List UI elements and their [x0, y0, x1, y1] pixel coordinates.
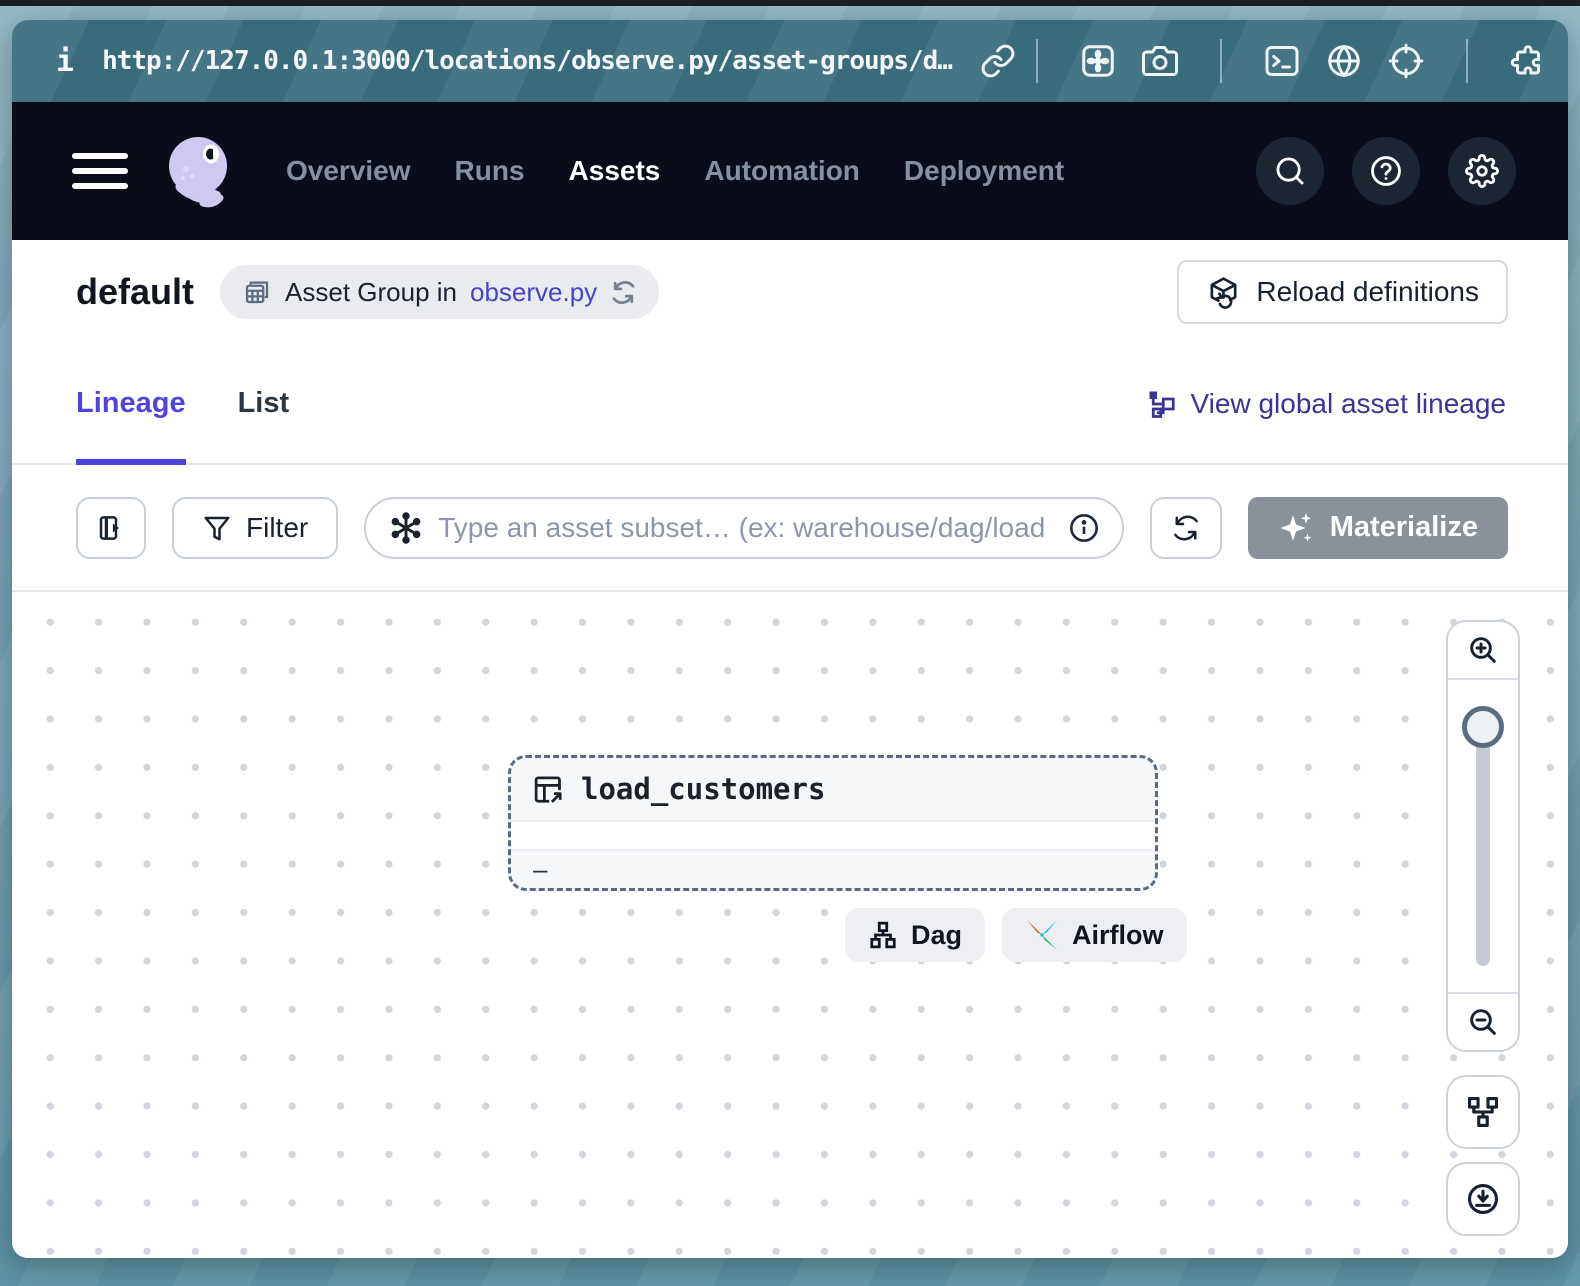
filter-button[interactable]: Filter	[172, 497, 338, 559]
browser-url-bar: i http://127.0.0.1:3000/locations/observ…	[12, 20, 1568, 102]
copy-link-icon[interactable]	[978, 41, 1018, 81]
sparkles-icon	[1278, 509, 1316, 547]
open-panel-button[interactable]	[76, 497, 146, 559]
materialize-label: Materialize	[1330, 511, 1478, 544]
asset-selection-icon	[390, 512, 422, 544]
zoom-out-button[interactable]	[1448, 992, 1518, 1050]
filter-label: Filter	[246, 512, 308, 544]
globe-icon[interactable]	[1324, 41, 1364, 81]
page-title: default	[76, 271, 194, 313]
tag-dag-label: Dag	[911, 920, 962, 951]
download-icon	[1466, 1182, 1500, 1216]
nav-links: Overview Runs Assets Automation Deployme…	[286, 155, 1064, 187]
asset-node-footer: –	[511, 851, 1155, 888]
code-location-link[interactable]: observe.py	[470, 277, 597, 308]
nav-item-overview[interactable]: Overview	[286, 155, 411, 187]
tag-dag[interactable]: Dag	[845, 908, 985, 962]
tabs-row: Lineage List View global asset lineage	[12, 344, 1568, 465]
sync-icon[interactable]	[610, 279, 637, 306]
address-bar[interactable]: http://127.0.0.1:3000/locations/observe.…	[102, 46, 952, 76]
materialize-button[interactable]: Materialize	[1248, 497, 1508, 559]
screen: i http://127.0.0.1:3000/locations/observ…	[0, 0, 1580, 1286]
help-button[interactable]	[1352, 137, 1420, 205]
zoom-slider[interactable]	[1448, 680, 1518, 992]
hamburger-menu-icon[interactable]	[72, 153, 128, 189]
nav-item-assets[interactable]: Assets	[569, 155, 661, 187]
nav-item-deployment[interactable]: Deployment	[904, 155, 1064, 187]
screenshot-camera-icon[interactable]	[1140, 41, 1180, 81]
tab-list-label: List	[238, 387, 290, 420]
nav-item-automation[interactable]: Automation	[704, 155, 860, 187]
tab-list[interactable]: List	[238, 344, 290, 463]
view-global-lineage-link[interactable]: View global asset lineage	[1147, 388, 1506, 420]
reload-cube-icon	[1206, 275, 1241, 310]
asset-node-header: load_customers	[511, 758, 1155, 820]
asset-subset-input[interactable]	[438, 512, 1051, 544]
app-nav-bar: Overview Runs Assets Automation Deployme…	[12, 102, 1568, 240]
extension-puzzle-icon[interactable]	[1508, 41, 1548, 81]
toolbar-divider	[1036, 39, 1038, 83]
nav-item-runs[interactable]: Runs	[455, 155, 525, 187]
screen-edge-strip	[0, 0, 1580, 6]
badge-prefix-text: Asset Group in	[285, 277, 457, 308]
download-graph-button[interactable]	[1446, 1162, 1520, 1236]
asset-tags: Dag Airflow	[845, 908, 1187, 962]
reload-definitions-label: Reload definitions	[1256, 276, 1479, 308]
reload-definitions-button[interactable]: Reload definitions	[1177, 260, 1508, 324]
toolbar-divider	[1466, 39, 1468, 83]
arrange-graph-button[interactable]	[1446, 1075, 1520, 1149]
picker-crosshair-icon[interactable]	[1386, 41, 1426, 81]
asset-node-load-customers[interactable]: load_customers –	[508, 755, 1158, 891]
airflow-logo-icon	[1025, 918, 1059, 952]
asset-name: load_customers	[581, 772, 825, 806]
asset-group-badge: Asset Group in observe.py	[220, 265, 659, 319]
terminal-icon[interactable]	[1262, 41, 1302, 81]
dagster-logo[interactable]	[156, 129, 240, 213]
tag-airflow[interactable]: Airflow	[1002, 908, 1187, 962]
zoom-slider-thumb[interactable]	[1462, 706, 1504, 748]
dag-icon	[868, 920, 898, 950]
flower-extension-icon[interactable]	[1078, 41, 1118, 81]
lineage-toolbar: Filter	[12, 465, 1568, 592]
help-icon	[1369, 154, 1403, 188]
view-global-lineage-label: View global asset lineage	[1191, 388, 1506, 420]
filter-funnel-icon	[202, 513, 232, 543]
asset-node-status-strip	[511, 820, 1155, 851]
page-info-icon[interactable]: i	[56, 44, 74, 79]
tab-lineage-label: Lineage	[76, 387, 186, 420]
zoom-in-button[interactable]	[1448, 622, 1518, 680]
info-icon[interactable]	[1068, 512, 1100, 544]
lineage-graph-icon	[1147, 389, 1177, 419]
asset-group-icon	[242, 277, 272, 307]
gear-icon	[1465, 154, 1499, 188]
zoom-control-panel	[1446, 620, 1520, 1052]
refresh-button[interactable]	[1150, 497, 1222, 559]
page-header: default Asset Group in observe.py	[12, 240, 1568, 344]
panel-expand-icon	[96, 513, 126, 543]
browser-window: i http://127.0.0.1:3000/locations/observ…	[12, 20, 1568, 1258]
active-tab-underline	[76, 459, 186, 465]
refresh-icon	[1171, 513, 1201, 543]
lineage-canvas[interactable]: load_customers – Dag	[12, 592, 1568, 1258]
tab-lineage[interactable]: Lineage	[76, 344, 186, 463]
settings-button[interactable]	[1448, 137, 1516, 205]
toolbar-divider	[1220, 39, 1222, 83]
asset-subset-search	[364, 497, 1123, 559]
zoom-out-icon	[1467, 1006, 1499, 1038]
graph-layout-icon	[1466, 1095, 1500, 1129]
search-icon	[1273, 154, 1307, 188]
asset-meta-dash: –	[533, 854, 547, 885]
search-button[interactable]	[1256, 137, 1324, 205]
tag-airflow-label: Airflow	[1072, 920, 1164, 951]
zoom-in-icon	[1467, 634, 1499, 666]
table-asset-icon	[532, 773, 565, 806]
